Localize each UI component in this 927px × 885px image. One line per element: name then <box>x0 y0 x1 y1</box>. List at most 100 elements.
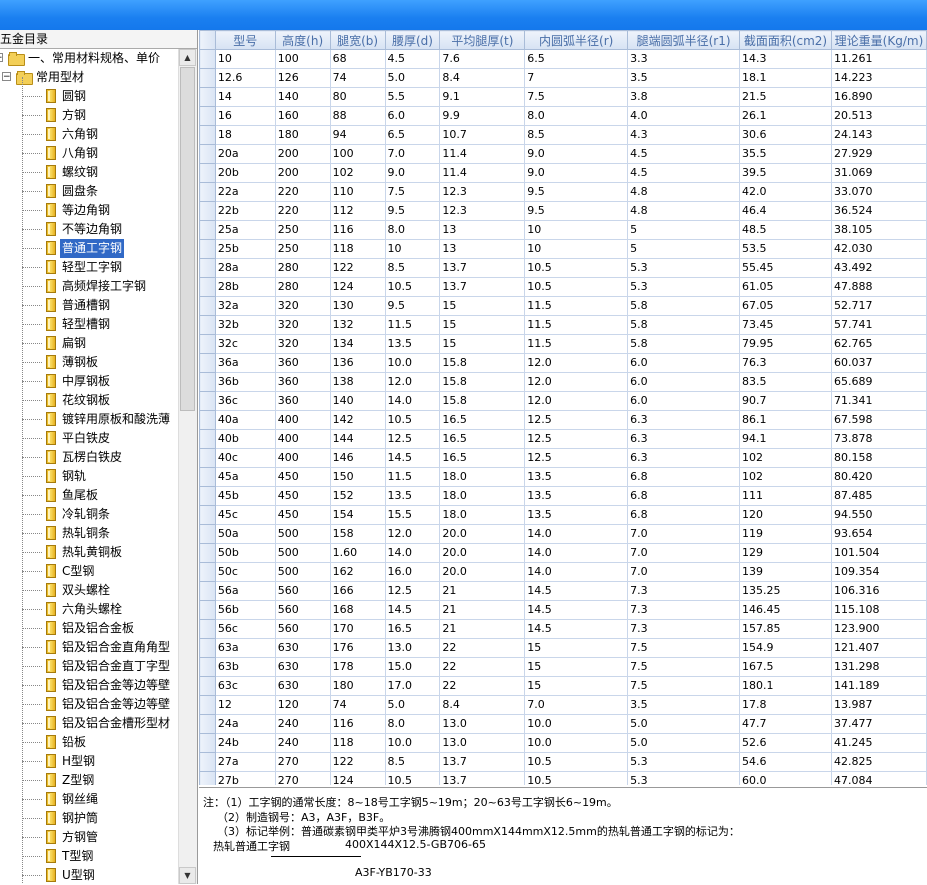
table-cell[interactable]: 5 <box>627 239 740 259</box>
table-cell[interactable]: 24.143 <box>830 125 927 145</box>
table-cell[interactable]: 13.7 <box>439 771 526 785</box>
tree-item[interactable]: 钢丝绳 <box>0 790 178 809</box>
table-cell[interactable]: 6.0 <box>384 106 441 126</box>
row-header[interactable] <box>199 771 216 785</box>
table-cell[interactable]: 14.3 <box>739 49 832 69</box>
table-cell[interactable]: 10.5 <box>524 277 629 297</box>
table-cell[interactable]: 14.0 <box>524 543 629 563</box>
table-cell[interactable]: 24a <box>214 714 276 734</box>
table-cell[interactable]: 360 <box>274 391 331 411</box>
table-row[interactable]: 36a 360 136 10.0 15.8 12.0 6.0 76.3 60.037 <box>199 353 927 373</box>
table-cell[interactable]: 10 <box>524 220 629 240</box>
tree-item[interactable]: 瓦楞白铁皮 <box>0 448 178 467</box>
table-cell[interactable]: 12.6 <box>214 68 276 88</box>
table-cell[interactable]: 6.3 <box>627 448 740 468</box>
table-cell[interactable]: 63b <box>214 657 276 677</box>
tree-item[interactable]: 钢护筒 <box>0 809 178 828</box>
table-cell[interactable]: 38.105 <box>830 220 927 240</box>
table-cell[interactable]: 450 <box>274 467 331 487</box>
table-cell[interactable]: 320 <box>274 296 331 316</box>
table-cell[interactable]: 46.4 <box>739 201 832 221</box>
table-cell[interactable]: 154.9 <box>739 638 832 658</box>
table-cell[interactable]: 630 <box>274 638 331 658</box>
table-cell[interactable]: 20.513 <box>830 106 927 126</box>
table-cell[interactable]: 14.223 <box>830 68 927 88</box>
table-cell[interactable]: 11.5 <box>524 296 629 316</box>
row-header[interactable] <box>199 201 216 221</box>
row-header[interactable] <box>199 524 216 544</box>
table-cell[interactable]: 4.8 <box>627 201 740 221</box>
row-header[interactable] <box>199 543 216 563</box>
table-row[interactable]: 45b 450 152 13.5 18.0 13.5 6.8 111 87.485 <box>199 486 927 506</box>
table-cell[interactable]: 45b <box>214 486 276 506</box>
tree-item[interactable]: 铝及铝合金等边等壁 <box>0 676 178 695</box>
table-cell[interactable]: 39.5 <box>739 163 832 183</box>
table-cell[interactable]: 126 <box>274 68 331 88</box>
table-cell[interactable]: 9.1 <box>439 87 526 107</box>
table-row[interactable]: 18 180 94 6.5 10.7 8.5 4.3 30.6 24.143 <box>199 125 927 145</box>
row-header[interactable] <box>199 505 216 525</box>
table-cell[interactable]: 16.890 <box>830 87 927 107</box>
table-cell[interactable]: 13.0 <box>439 714 526 734</box>
table-cell[interactable]: 7.3 <box>627 581 740 601</box>
table-cell[interactable]: 11.4 <box>439 163 526 183</box>
table-cell[interactable]: 42.030 <box>830 239 927 259</box>
table-cell[interactable]: 11.261 <box>830 49 927 69</box>
table-cell[interactable]: 7.3 <box>627 619 740 639</box>
table-cell[interactable]: 7.5 <box>384 182 441 202</box>
table-cell[interactable]: 15.8 <box>439 353 526 373</box>
table-cell[interactable]: 168 <box>329 600 386 620</box>
table-cell[interactable]: 116 <box>329 220 386 240</box>
table-cell[interactable]: 118 <box>329 733 386 753</box>
row-header[interactable] <box>199 752 216 772</box>
table-cell[interactable]: 27.929 <box>830 144 927 164</box>
table-cell[interactable]: 32c <box>214 334 276 354</box>
table-cell[interactable]: 240 <box>274 733 331 753</box>
column-header[interactable]: 腰厚(d) <box>384 30 441 50</box>
table-cell[interactable]: 6.5 <box>524 49 629 69</box>
table-cell[interactable]: 48.5 <box>739 220 832 240</box>
table-cell[interactable]: 280 <box>274 258 331 278</box>
column-header[interactable]: 型号 <box>214 30 276 50</box>
table-cell[interactable]: 162 <box>329 562 386 582</box>
table-cell[interactable]: 15 <box>439 315 526 335</box>
table-cell[interactable]: 106.316 <box>830 581 927 601</box>
table-cell[interactable]: 14.0 <box>384 543 441 563</box>
tree-item[interactable]: 圆盘条 <box>0 182 178 201</box>
table-cell[interactable]: 130 <box>329 296 386 316</box>
table-cell[interactable]: 20a <box>214 144 276 164</box>
table-cell[interactable]: 121.407 <box>830 638 927 658</box>
table-cell[interactable]: 12.5 <box>384 581 441 601</box>
tree-item[interactable]: 高频焊接工字钢 <box>0 277 178 296</box>
tree-item[interactable]: H型钢 <box>0 752 178 771</box>
table-cell[interactable]: 10.5 <box>524 771 629 785</box>
tree-item[interactable]: 圆钢 <box>0 87 178 106</box>
table-cell[interactable]: 17.0 <box>384 676 441 696</box>
table-row[interactable]: 56a 560 166 12.5 21 14.5 7.3 135.25 106.316 <box>199 581 927 601</box>
table-cell[interactable]: 280 <box>274 277 331 297</box>
table-cell[interactable]: 1.60 <box>329 543 386 563</box>
table-cell[interactable]: 13 <box>439 239 526 259</box>
tree-item[interactable]: 平白铁皮 <box>0 429 178 448</box>
table-cell[interactable]: 32a <box>214 296 276 316</box>
table-cell[interactable]: 40b <box>214 429 276 449</box>
table-row[interactable]: 16 160 88 6.0 9.9 8.0 4.0 26.1 20.513 <box>199 106 927 126</box>
table-cell[interactable]: 14.0 <box>524 562 629 582</box>
table-cell[interactable]: 146 <box>329 448 386 468</box>
table-cell[interactable]: 15 <box>439 296 526 316</box>
table-cell[interactable]: 20.0 <box>439 543 526 563</box>
table-cell[interactable]: 42.0 <box>739 182 832 202</box>
table-cell[interactable]: 62.765 <box>830 334 927 354</box>
table-cell[interactable]: 80.420 <box>830 467 927 487</box>
table-cell[interactable]: 16.0 <box>384 562 441 582</box>
table-cell[interactable]: 136 <box>329 353 386 373</box>
table-cell[interactable]: 13.0 <box>439 733 526 753</box>
table-cell[interactable]: 21 <box>439 600 526 620</box>
table-row[interactable]: 27b 270 124 10.5 13.7 10.5 5.3 60.0 47.084 <box>199 771 927 785</box>
column-header[interactable]: 截面面积(cm2) <box>739 30 832 50</box>
table-cell[interactable]: 13.5 <box>524 486 629 506</box>
table-cell[interactable]: 27a <box>214 752 276 772</box>
table-cell[interactable]: 14.0 <box>384 391 441 411</box>
table-row[interactable]: 20b 200 102 9.0 11.4 9.0 4.5 39.5 31.069 <box>199 163 927 183</box>
table-cell[interactable]: 100 <box>274 49 331 69</box>
